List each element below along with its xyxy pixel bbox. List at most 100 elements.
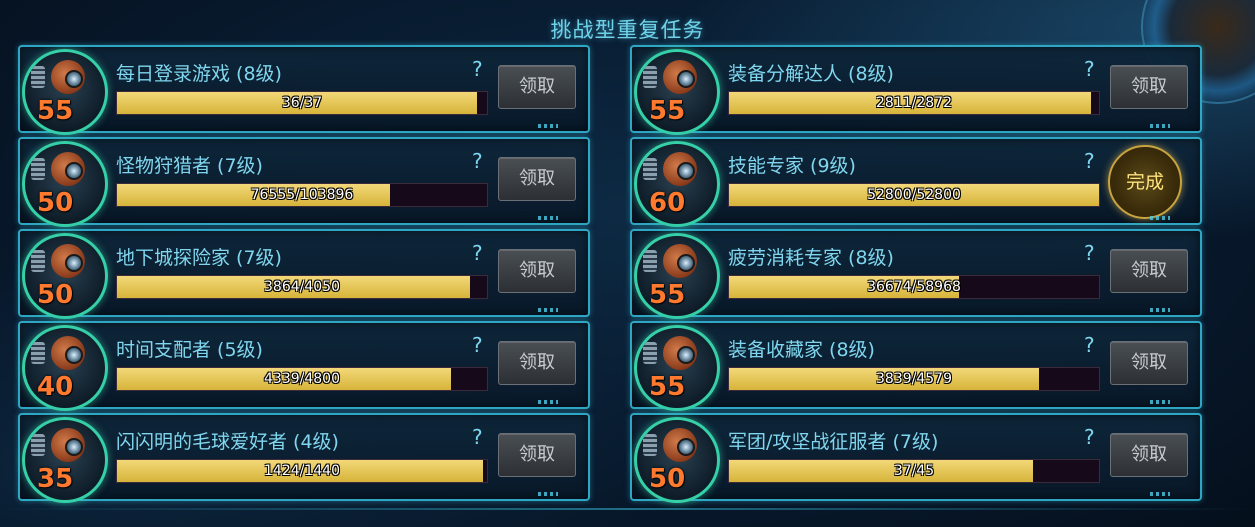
level-badge: 55 xyxy=(634,49,720,135)
quest-name: 闪闪明的毛球爱好者 (4级) xyxy=(116,431,339,453)
level-badge: 40 xyxy=(22,325,108,411)
quest-name: 军团/攻坚战征服者 (7级) xyxy=(728,431,939,453)
help-icon[interactable]: ? xyxy=(472,57,483,81)
level-badge: 50 xyxy=(22,141,108,227)
help-icon[interactable]: ? xyxy=(1084,333,1095,357)
quest-name: 时间支配者 (5级) xyxy=(116,339,263,361)
progress-text: 2811/2872 xyxy=(876,95,952,111)
quest-card: 50 怪物狩猎者 (7级) ? 76555/103896 领取 xyxy=(18,137,590,227)
level-badge: 50 xyxy=(634,417,720,503)
gear-icon xyxy=(643,434,657,456)
quest-card: 55 装备分解达人 (8级) ? 2811/2872 领取 xyxy=(630,45,1202,135)
level-badge: 50 xyxy=(22,233,108,319)
claim-button[interactable]: 领取 xyxy=(1110,65,1188,109)
robot-icon xyxy=(51,152,85,186)
quest-name: 怪物狩猎者 (7级) xyxy=(116,155,263,177)
progress-bar: 4339/4800 xyxy=(116,367,488,391)
gear-icon xyxy=(643,66,657,88)
progress-bar: 52800/52800 xyxy=(728,183,1100,207)
progress-text: 1424/1440 xyxy=(264,463,340,479)
help-icon[interactable]: ? xyxy=(472,425,483,449)
gear-icon xyxy=(31,250,45,272)
quest-card: 55 每日登录游戏 (8级) ? 36/37 领取 xyxy=(18,45,590,135)
help-icon[interactable]: ? xyxy=(1084,241,1095,265)
level-number: 50 xyxy=(649,464,686,494)
level-number: 50 xyxy=(37,188,74,218)
level-number: 55 xyxy=(649,96,686,126)
level-number: 60 xyxy=(649,188,686,218)
quest-name: 地下城探险家 (7级) xyxy=(116,247,282,269)
progress-text: 3839/4579 xyxy=(876,371,952,387)
robot-icon xyxy=(663,336,697,370)
progress-bar: 37/45 xyxy=(728,459,1100,483)
progress-bar: 2811/2872 xyxy=(728,91,1100,115)
gear-icon xyxy=(31,158,45,180)
quest-card: 40 时间支配者 (5级) ? 4339/4800 领取 xyxy=(18,321,590,411)
quest-name: 技能专家 (9级) xyxy=(728,155,856,177)
level-badge: 55 xyxy=(634,233,720,319)
help-icon[interactable]: ? xyxy=(472,241,483,265)
progress-text: 76555/103896 xyxy=(250,187,354,203)
quest-card: 50 地下城探险家 (7级) ? 3864/4050 领取 xyxy=(18,229,590,319)
gear-icon xyxy=(31,342,45,364)
gear-icon xyxy=(643,250,657,272)
robot-icon xyxy=(663,244,697,278)
progress-text: 52800/52800 xyxy=(867,187,961,203)
level-badge: 35 xyxy=(22,417,108,503)
progress-bar: 3864/4050 xyxy=(116,275,488,299)
claim-button[interactable]: 领取 xyxy=(1110,249,1188,293)
claim-button[interactable]: 领取 xyxy=(498,433,576,477)
progress-text: 4339/4800 xyxy=(264,371,340,387)
level-number: 50 xyxy=(37,280,74,310)
robot-icon xyxy=(663,428,697,462)
progress-bar: 36/37 xyxy=(116,91,488,115)
progress-bar: 1424/1440 xyxy=(116,459,488,483)
progress-text: 37/45 xyxy=(893,463,935,479)
level-number: 55 xyxy=(37,96,74,126)
quest-name: 装备分解达人 (8级) xyxy=(728,63,894,85)
claim-button[interactable]: 领取 xyxy=(498,341,576,385)
gear-icon xyxy=(643,342,657,364)
panel-title: 挑战型重复任务 xyxy=(550,18,705,42)
help-icon[interactable]: ? xyxy=(1084,149,1095,173)
quest-card: 55 装备收藏家 (8级) ? 3839/4579 领取 xyxy=(630,321,1202,411)
progress-text: 36/37 xyxy=(281,95,323,111)
progress-text: 36674/58968 xyxy=(867,279,961,295)
robot-icon xyxy=(51,336,85,370)
level-number: 35 xyxy=(37,464,74,494)
claim-button[interactable]: 领取 xyxy=(498,157,576,201)
gear-icon xyxy=(31,434,45,456)
quest-card: 50 军团/攻坚战征服者 (7级) ? 37/45 领取 xyxy=(630,413,1202,503)
quest-name: 每日登录游戏 (8级) xyxy=(116,63,282,85)
quest-card: 55 疲劳消耗专家 (8级) ? 36674/58968 领取 xyxy=(630,229,1202,319)
help-icon[interactable]: ? xyxy=(1084,425,1095,449)
complete-button[interactable]: 完成 xyxy=(1108,145,1182,219)
robot-icon xyxy=(51,244,85,278)
robot-icon xyxy=(663,60,697,94)
level-badge: 55 xyxy=(22,49,108,135)
level-number: 55 xyxy=(649,280,686,310)
progress-bar: 76555/103896 xyxy=(116,183,488,207)
quest-card: 60 技能专家 (9级) ? 52800/52800 完成 xyxy=(630,137,1202,227)
help-icon[interactable]: ? xyxy=(472,149,483,173)
level-badge: 55 xyxy=(634,325,720,411)
level-number: 55 xyxy=(649,372,686,402)
level-number: 40 xyxy=(37,372,74,402)
quest-name: 疲劳消耗专家 (8级) xyxy=(728,247,894,269)
help-icon[interactable]: ? xyxy=(472,333,483,357)
robot-icon xyxy=(663,152,697,186)
bottom-divider xyxy=(0,508,1255,510)
gear-icon xyxy=(643,158,657,180)
claim-button[interactable]: 领取 xyxy=(1110,433,1188,477)
claim-button[interactable]: 领取 xyxy=(498,249,576,293)
quest-grid: 55 每日登录游戏 (8级) ? 36/37 领取 55 装备分解达人 (8级)… xyxy=(18,45,1218,515)
quest-card: 35 闪闪明的毛球爱好者 (4级) ? 1424/1440 领取 xyxy=(18,413,590,503)
quest-name: 装备收藏家 (8级) xyxy=(728,339,875,361)
help-icon[interactable]: ? xyxy=(1084,57,1095,81)
robot-icon xyxy=(51,428,85,462)
robot-icon xyxy=(51,60,85,94)
claim-button[interactable]: 领取 xyxy=(498,65,576,109)
level-badge: 60 xyxy=(634,141,720,227)
claim-button[interactable]: 领取 xyxy=(1110,341,1188,385)
progress-bar: 36674/58968 xyxy=(728,275,1100,299)
